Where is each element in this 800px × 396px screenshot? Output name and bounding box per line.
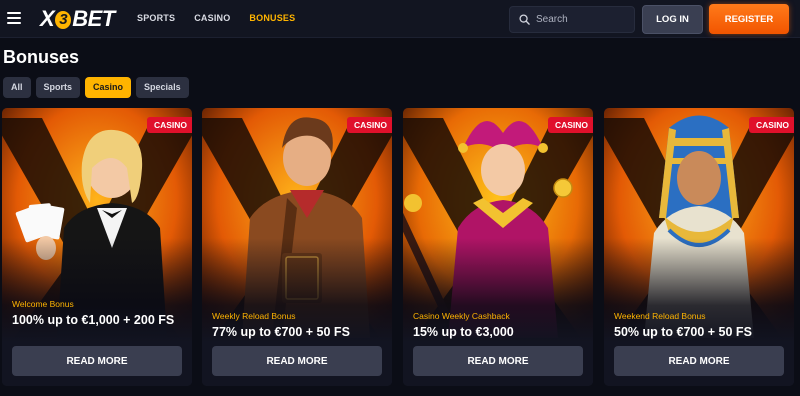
bonus-headline: 50% up to €700 + 50 FS <box>614 325 752 339</box>
search-icon <box>519 14 530 25</box>
bonus-headline: 100% up to €1,000 + 200 FS <box>12 313 175 327</box>
bonus-headline: 77% up to €700 + 50 FS <box>212 325 350 339</box>
brand-logo[interactable]: X 3 BET <box>40 6 115 32</box>
bonus-filter-chips: All Sports Casino Specials <box>3 77 189 98</box>
casino-badge: CASINO <box>146 117 192 133</box>
casino-badge: CASINO <box>547 117 593 133</box>
filter-sports[interactable]: Sports <box>35 77 81 98</box>
bonus-headline: 15% up to €3,000 <box>413 325 514 339</box>
search-input[interactable] <box>536 14 626 25</box>
bonus-card-weekend-reload[interactable]: CASINO Weekend Reload Bonus 50% up to €7… <box>604 108 794 386</box>
hamburger-menu-icon[interactable] <box>7 12 21 24</box>
read-more-button[interactable]: READ MORE <box>12 346 182 376</box>
login-button[interactable]: LOG IN <box>642 5 703 34</box>
logo-x: X <box>40 6 55 31</box>
bonus-subtitle: Weekend Reload Bonus <box>614 311 706 321</box>
casino-badge: CASINO <box>346 117 392 133</box>
search-box[interactable] <box>509 6 635 33</box>
page-title: Bonuses <box>3 47 80 67</box>
register-button[interactable]: REGISTER <box>709 4 789 34</box>
main-nav: SPORTS CASINO BONUSES <box>137 13 314 23</box>
filter-casino[interactable]: Casino <box>85 77 132 98</box>
bonus-subtitle: Weekly Reload Bonus <box>212 311 296 321</box>
filter-specials[interactable]: Specials <box>136 77 189 98</box>
read-more-button[interactable]: READ MORE <box>212 346 382 376</box>
casino-badge: CASINO <box>748 117 794 133</box>
logo-three: 3 <box>55 11 72 29</box>
filter-all[interactable]: All <box>3 77 31 98</box>
read-more-button[interactable]: READ MORE <box>614 346 784 376</box>
nav-casino[interactable]: CASINO <box>194 13 230 23</box>
bonus-card-weekly-reload[interactable]: CASINO Weekly Reload Bonus 77% up to €70… <box>202 108 392 386</box>
bonus-subtitle: Casino Weekly Cashback <box>413 311 510 321</box>
top-header: X3BET SPORTS CASINO BONUSES LOG IN REGIS… <box>0 0 800 38</box>
read-more-button[interactable]: READ MORE <box>413 346 583 376</box>
nav-bonuses[interactable]: BONUSES <box>249 13 295 23</box>
bonus-subtitle: Welcome Bonus <box>12 299 74 309</box>
nav-sports[interactable]: SPORTS <box>137 13 175 23</box>
bonus-card-welcome[interactable]: CASINO Welcome Bonus 100% up to €1,000 +… <box>2 108 192 386</box>
bonus-card-weekly-cashback[interactable]: CASINO Casino Weekly Cashback 15% up to … <box>403 108 593 386</box>
logo-bet: BET <box>72 6 115 31</box>
